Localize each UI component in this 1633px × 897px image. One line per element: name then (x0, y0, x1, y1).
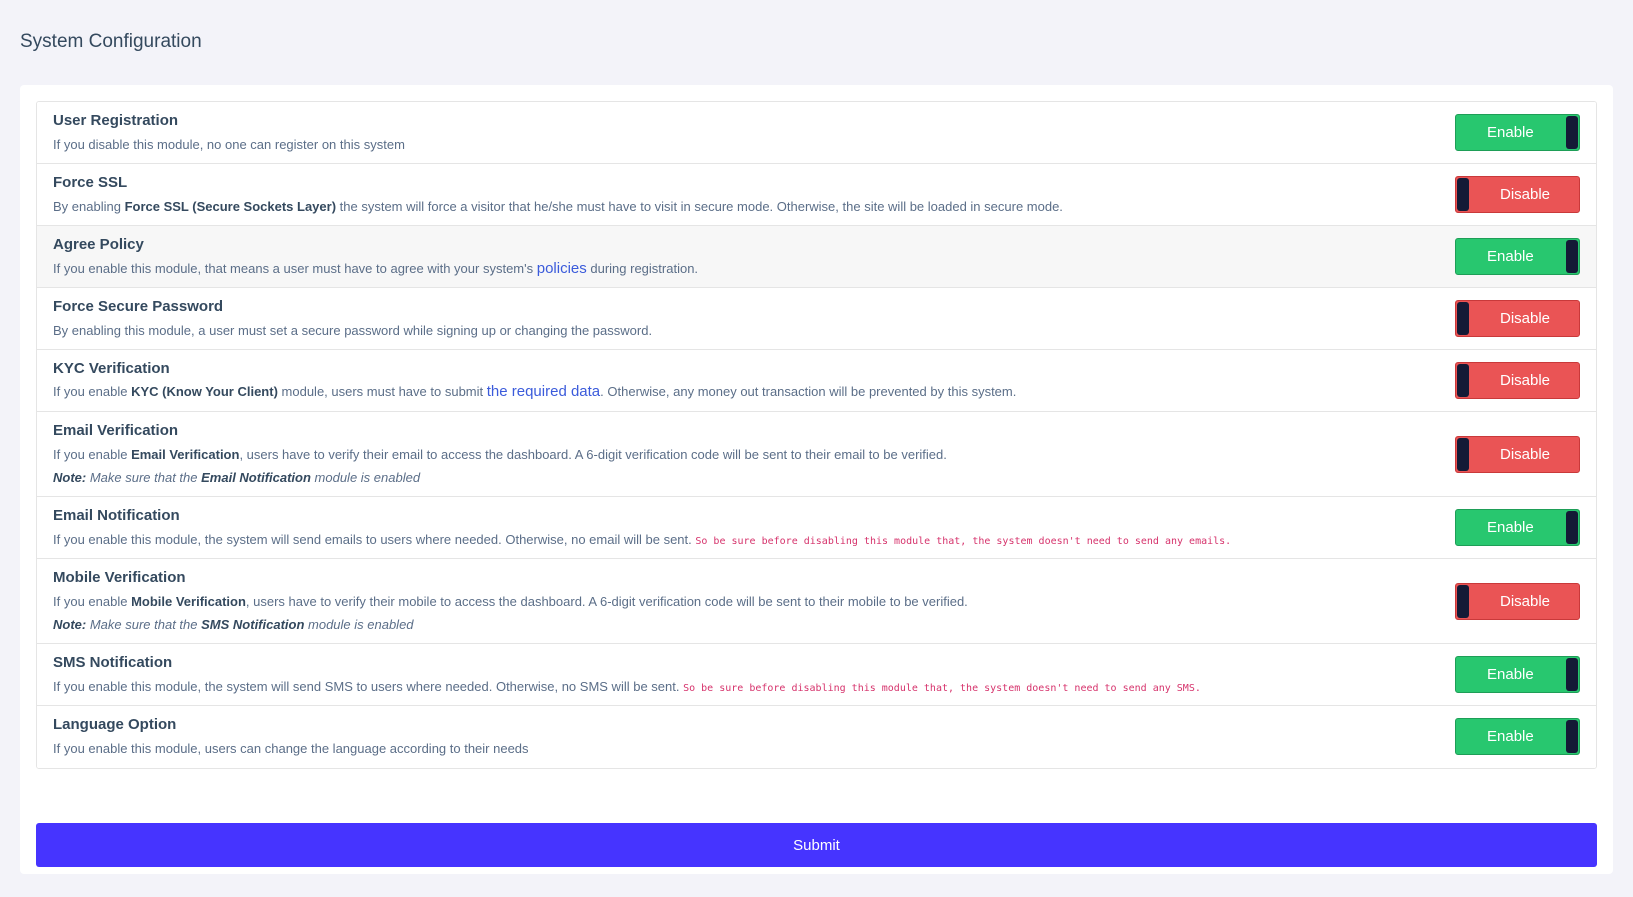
mobile-verification-toggle[interactable]: Disable (1455, 583, 1580, 620)
toggle-knob (1457, 585, 1469, 618)
module-description: By enabling this module, a user must set… (53, 323, 653, 338)
user-registration-toggle[interactable]: Enable (1455, 114, 1580, 151)
toggle-knob (1566, 116, 1578, 149)
toggle-label: Disable (1500, 446, 1551, 463)
list-item: Language Option If you enable this modul… (37, 706, 1596, 768)
toggle-label: Enable (1487, 666, 1534, 683)
list-item: SMS Notification If you enable this modu… (37, 644, 1596, 706)
toggle-knob (1566, 658, 1578, 691)
module-title: Language Option (53, 716, 177, 733)
module-title: SMS Notification (53, 654, 173, 671)
toggle-knob (1457, 438, 1469, 471)
toggle-label: Enable (1487, 124, 1534, 141)
list-item: Email Verification If you enable Email V… (37, 412, 1596, 497)
kyc-verification-toggle[interactable]: Disable (1455, 362, 1580, 399)
module-description: If you enable this module, that means a … (53, 260, 699, 277)
agree-policy-toggle[interactable]: Enable (1455, 238, 1580, 275)
module-title: Mobile Verification (53, 569, 186, 586)
toggle-label: Disable (1500, 372, 1551, 389)
policies-link[interactable]: policies (537, 260, 587, 277)
list-item: Mobile Verification If you enable Mobile… (37, 559, 1596, 644)
toggle-knob (1566, 240, 1578, 273)
module-list: User Registration If you disable this mo… (36, 101, 1597, 769)
module-title: Force SSL (53, 174, 128, 191)
force-secure-password-toggle[interactable]: Disable (1455, 300, 1580, 337)
toggle-knob (1457, 178, 1469, 211)
module-description: If you enable Mobile Verification, users… (53, 594, 968, 609)
list-item: KYC Verification If you enable KYC (Know… (37, 350, 1596, 412)
module-title: Force Secure Password (53, 298, 224, 315)
module-description: If you disable this module, no one can r… (53, 137, 405, 152)
toggle-label: Enable (1487, 728, 1534, 745)
module-title: Email Notification (53, 507, 180, 524)
submit-button[interactable]: Submit (36, 823, 1597, 867)
list-item: Email Notification If you enable this mo… (37, 497, 1596, 559)
toggle-label: Disable (1500, 593, 1551, 610)
toggle-label: Enable (1487, 519, 1534, 536)
module-title: User Registration (53, 112, 179, 129)
module-description: If you enable KYC (Know Your Client) mod… (53, 383, 1017, 400)
toggle-label: Disable (1500, 186, 1551, 203)
list-item: Force SSL By enabling Force SSL (Secure … (37, 164, 1596, 226)
module-description: If you enable this module, users can cha… (53, 741, 529, 756)
toggle-knob (1566, 720, 1578, 753)
module-title: Agree Policy (53, 236, 144, 253)
module-description: By enabling Force SSL (Secure Sockets La… (53, 199, 1063, 214)
list-item: Force Secure Password By enabling this m… (37, 288, 1596, 350)
module-title: Email Verification (53, 422, 179, 439)
config-card: User Registration If you disable this mo… (20, 85, 1613, 874)
module-description: If you enable this module, the system wi… (53, 532, 1232, 547)
language-option-toggle[interactable]: Enable (1455, 718, 1580, 755)
list-item: User Registration If you disable this mo… (37, 102, 1596, 164)
required-data-link[interactable]: the required data (487, 383, 600, 400)
toggle-label: Enable (1487, 248, 1534, 265)
module-description: If you enable Email Verification, users … (53, 447, 947, 462)
page-title: System Configuration (20, 31, 202, 52)
toggle-knob (1457, 302, 1469, 335)
module-title: KYC Verification (53, 360, 170, 377)
module-note: Note: Make sure that the Email Notificat… (53, 470, 421, 485)
module-description: If you enable this module, the system wi… (53, 679, 1201, 694)
module-note: Note: Make sure that the SMS Notificatio… (53, 617, 414, 632)
email-notification-toggle[interactable]: Enable (1455, 509, 1580, 546)
toggle-label: Disable (1500, 310, 1551, 327)
toggle-knob (1457, 364, 1469, 397)
email-verification-toggle[interactable]: Disable (1455, 436, 1580, 473)
force-ssl-toggle[interactable]: Disable (1455, 176, 1580, 213)
list-item: Agree Policy If you enable this module, … (37, 226, 1596, 288)
sms-notification-toggle[interactable]: Enable (1455, 656, 1580, 693)
toggle-knob (1566, 511, 1578, 544)
